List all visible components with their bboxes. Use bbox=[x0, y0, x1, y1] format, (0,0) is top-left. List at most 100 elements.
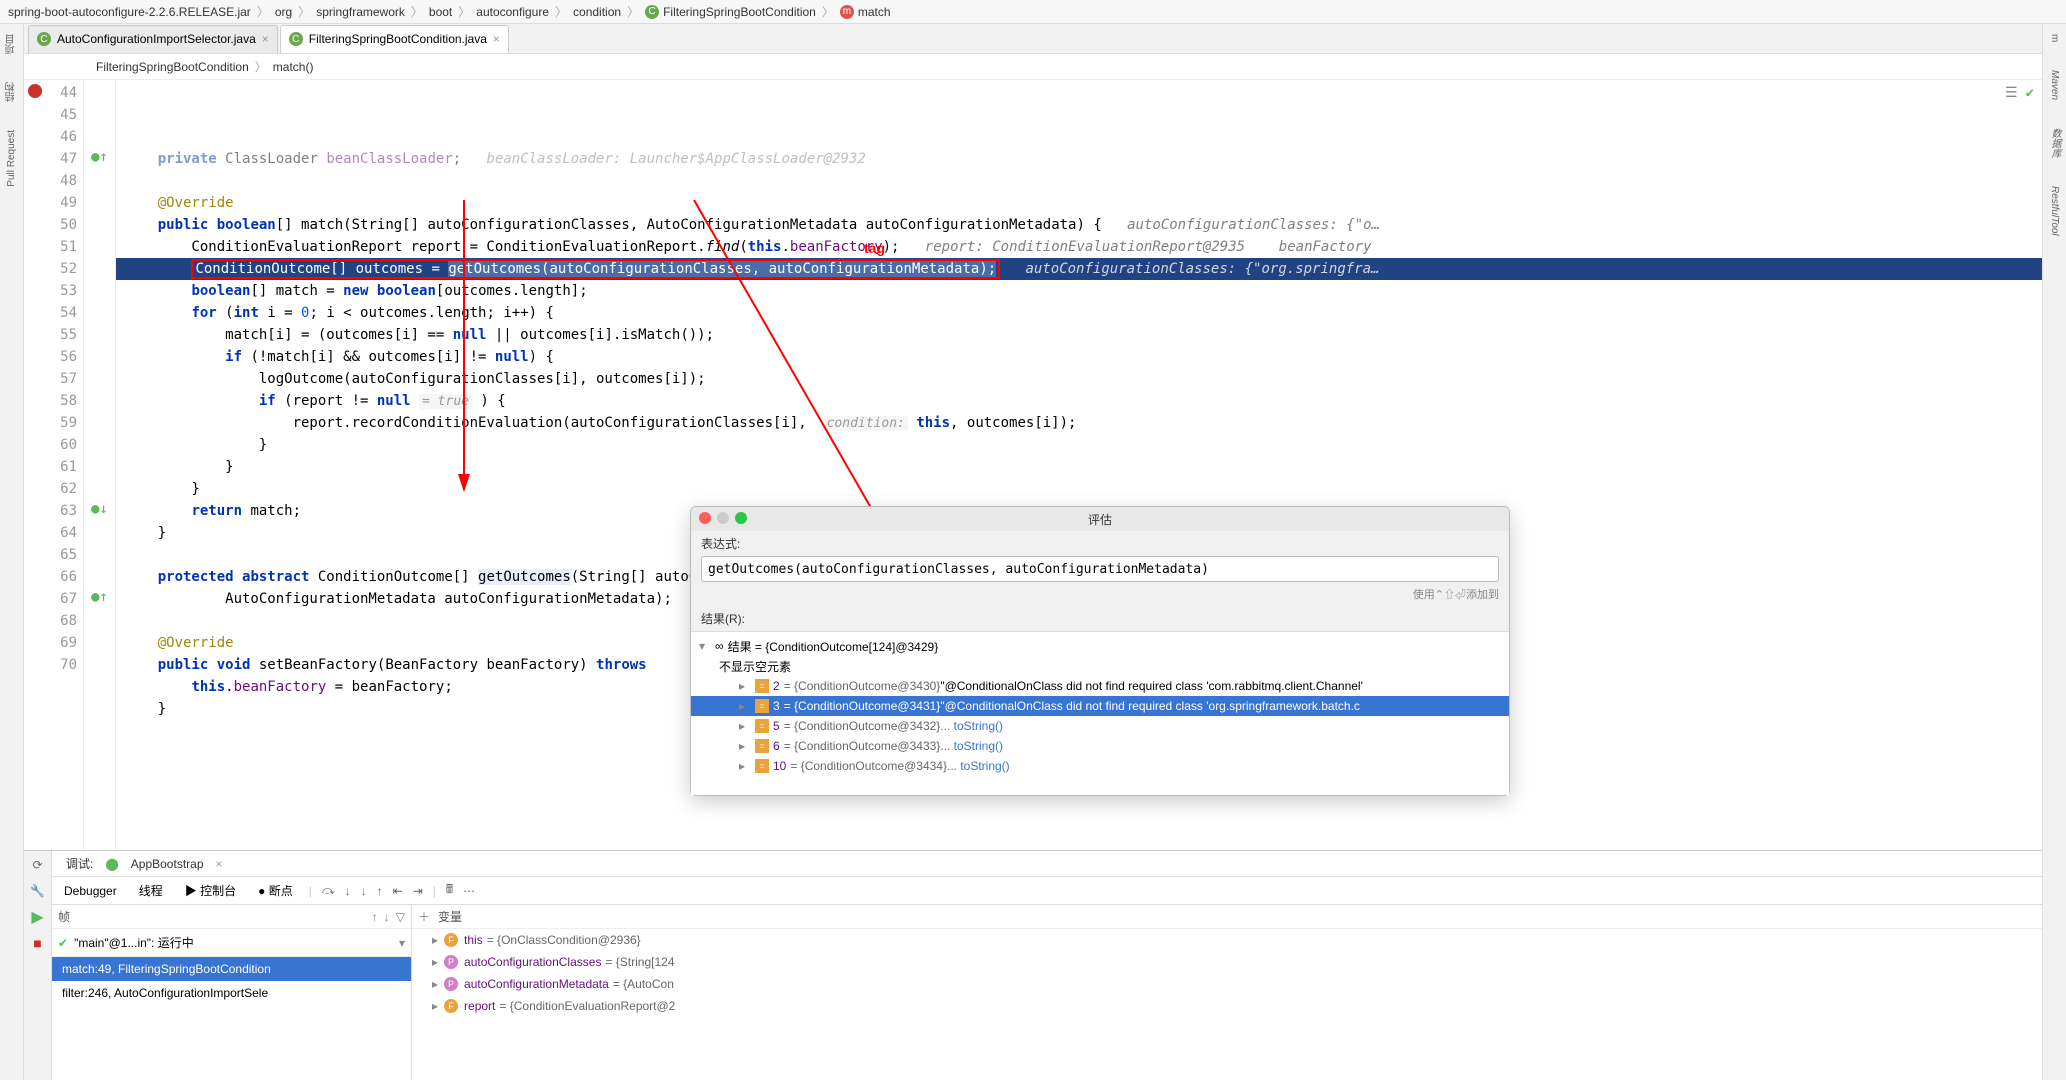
dialog-title: 评估 bbox=[1088, 511, 1112, 528]
result-row[interactable]: ▸=5 = {ConditionOutcome@3432} ... toStri… bbox=[691, 716, 1509, 736]
database-tool[interactable]: 数据库 bbox=[2047, 124, 2062, 162]
next-frame-icon[interactable]: ↓ bbox=[384, 910, 390, 924]
debugger-tab[interactable]: Debugger bbox=[58, 882, 123, 900]
drop-frame-icon[interactable]: ⇤ bbox=[393, 884, 403, 898]
code-line[interactable]: logOutcome(autoConfigurationClasses[i], … bbox=[116, 368, 2042, 390]
code-line[interactable]: report.recordConditionEvaluation(autoCon… bbox=[116, 412, 2042, 434]
expression-input[interactable] bbox=[701, 556, 1499, 582]
frames-header-label: 帧 bbox=[58, 908, 70, 925]
code-line[interactable]: boolean[] match = new boolean[outcomes.l… bbox=[116, 280, 2042, 302]
bc-jar[interactable]: spring-boot-autoconfigure-2.2.6.RELEASE.… bbox=[8, 5, 251, 19]
editor-breadcrumb: FilteringSpringBootCondition 〉 match() bbox=[24, 54, 2042, 80]
bc-cond[interactable]: condition bbox=[573, 5, 621, 19]
result-label: 结果(R): bbox=[691, 606, 1509, 631]
step-over-icon[interactable]: ⤼ bbox=[322, 883, 335, 898]
stack-frame[interactable]: filter:246, AutoConfigurationImportSele bbox=[52, 981, 411, 1005]
result-row[interactable]: ▸=10 = {ConditionOutcome@3434} ... toStr… bbox=[691, 756, 1509, 776]
prev-frame-icon[interactable]: ↑ bbox=[372, 910, 378, 924]
breakpoints-tab[interactable]: ● 断点 bbox=[252, 880, 299, 901]
variable-row[interactable]: ▸Fthis = {OnClassCondition@2936} bbox=[412, 929, 2042, 951]
class-icon: C bbox=[37, 32, 51, 46]
code-line[interactable]: match[i] = (outcomes[i] == null || outco… bbox=[116, 324, 2042, 346]
restful-tool[interactable]: RestfulTool bbox=[2049, 182, 2060, 240]
right-tool-strip: m Maven 数据库 RestfulTool bbox=[2042, 24, 2066, 1080]
dialog-titlebar[interactable]: 评估 bbox=[691, 507, 1509, 531]
maven-tool[interactable]: Maven bbox=[2049, 66, 2060, 104]
add-watch-icon[interactable]: ＋ bbox=[418, 908, 430, 925]
editor-tabs: C AutoConfigurationImportSelector.java ×… bbox=[24, 24, 2042, 54]
settings-icon[interactable]: 🔧 bbox=[28, 881, 48, 901]
close-icon[interactable]: × bbox=[216, 857, 223, 871]
code-line[interactable]: ConditionOutcome[] outcomes = getOutcome… bbox=[116, 258, 2042, 280]
bc-sf[interactable]: springframework bbox=[316, 5, 405, 19]
bc-inner-method[interactable]: match() bbox=[273, 60, 314, 74]
code-line[interactable]: if (report != null = true ) { bbox=[116, 390, 2042, 412]
console-tab[interactable]: ▶ 控制台 bbox=[179, 880, 242, 901]
bc-method[interactable]: match bbox=[858, 5, 891, 19]
result-tree[interactable]: ▾∞结果 = {ConditionOutcome[124]@3429} 不显示空… bbox=[691, 631, 1509, 795]
window-zoom-icon[interactable] bbox=[735, 512, 747, 524]
reader-mode-icon[interactable]: ☰ bbox=[2005, 82, 2018, 104]
code-line[interactable]: } bbox=[116, 456, 2042, 478]
stop-icon[interactable]: ■ bbox=[28, 933, 48, 953]
inspection-ok-icon[interactable]: ✔ bbox=[2026, 82, 2034, 104]
gutter-marks[interactable]: ●↑●↓●↑ bbox=[84, 80, 116, 850]
bc-boot[interactable]: boot bbox=[429, 5, 452, 19]
code-line[interactable]: } bbox=[116, 434, 2042, 456]
threads-tab[interactable]: 线程 bbox=[133, 880, 169, 901]
class-icon: C bbox=[289, 32, 303, 46]
code-line[interactable]: if (!match[i] && outcomes[i] != null) { bbox=[116, 346, 2042, 368]
step-out-icon[interactable]: ↑ bbox=[377, 884, 383, 898]
method-icon: m bbox=[840, 5, 854, 19]
debug-subtoolbar: Debugger 线程 ▶ 控制台 ● 断点 | ⤼ ↓ ↓ ↑ ⇤ ⇥ | 🖩… bbox=[52, 877, 2042, 905]
pullrequest-tool[interactable]: Pull Request bbox=[6, 126, 17, 191]
close-icon[interactable]: × bbox=[493, 32, 500, 46]
result-row[interactable]: ▸=2 = {ConditionOutcome@3430} "@Conditio… bbox=[691, 676, 1509, 696]
window-close-icon[interactable] bbox=[699, 512, 711, 524]
m-icon[interactable]: m bbox=[2049, 30, 2060, 46]
force-step-into-icon[interactable]: ↓ bbox=[361, 884, 367, 898]
code-line[interactable]: public boolean[] match(String[] autoConf… bbox=[116, 214, 2042, 236]
evaluate-dialog[interactable]: 评估 表达式: 使用⌃⇧⏎添加到 结果(R): ▾∞结果 = {Conditio… bbox=[690, 506, 1510, 796]
tab-label: AutoConfigurationImportSelector.java bbox=[57, 32, 256, 46]
more-icon[interactable]: ⋯ bbox=[463, 884, 475, 898]
bc-inner-class[interactable]: FilteringSpringBootCondition bbox=[96, 60, 249, 74]
project-tool[interactable]: 项目 bbox=[4, 30, 19, 58]
debug-title: 调试: bbox=[58, 851, 101, 876]
result-row[interactable]: ▸=3 = {ConditionOutcome@3431} "@Conditio… bbox=[691, 696, 1509, 716]
resume-icon[interactable]: ▶ bbox=[28, 907, 48, 927]
filter-icon[interactable]: ▽ bbox=[396, 910, 405, 924]
vars-header-label: 变量 bbox=[438, 908, 462, 925]
code-line[interactable]: } bbox=[116, 478, 2042, 500]
result-row[interactable]: ▸=6 = {ConditionOutcome@3433} ... toStri… bbox=[691, 736, 1509, 756]
run-to-cursor-icon[interactable]: ⇥ bbox=[413, 884, 423, 898]
thread-selector[interactable]: ✔"main"@1...in": 运行中▾ bbox=[52, 929, 411, 957]
code-line[interactable]: private ClassLoader beanClassLoader; bea… bbox=[116, 148, 2042, 170]
code-line[interactable]: @Override bbox=[116, 192, 2042, 214]
variable-row[interactable]: ▸Freport = {ConditionEvaluationReport@2 bbox=[412, 995, 2042, 1017]
tab-filtering-condition[interactable]: C FilteringSpringBootCondition.java × bbox=[280, 25, 509, 53]
close-icon[interactable]: × bbox=[262, 32, 269, 46]
run-config-name[interactable]: AppBootstrap bbox=[123, 853, 212, 875]
tab-autoconfig-selector[interactable]: C AutoConfigurationImportSelector.java × bbox=[28, 25, 278, 53]
variables-panel: ＋ 变量 ▸Fthis = {OnClassCondition@2936}▸Pa… bbox=[412, 905, 2042, 1080]
stack-frame[interactable]: match:49, FilteringSpringBootCondition bbox=[52, 957, 411, 981]
variable-row[interactable]: ▸PautoConfigurationClasses = {String[124 bbox=[412, 951, 2042, 973]
structure-tool[interactable]: 结构 bbox=[4, 78, 19, 106]
code-line[interactable] bbox=[116, 170, 2042, 192]
code-line[interactable]: ConditionEvaluationReport report = Condi… bbox=[116, 236, 2042, 258]
code-line[interactable]: for (int i = 0; i < outcomes.length; i++… bbox=[116, 302, 2042, 324]
bc-org[interactable]: org bbox=[275, 5, 292, 19]
rerun-icon[interactable]: ⟳ bbox=[28, 855, 48, 875]
variable-row[interactable]: ▸PautoConfigurationMetadata = {AutoCon bbox=[412, 973, 2042, 995]
bc-ac[interactable]: autoconfigure bbox=[476, 5, 549, 19]
window-minimize-icon[interactable] bbox=[717, 512, 729, 524]
line-number-gutter[interactable]: 4445464748495051525354555657585960616263… bbox=[24, 80, 84, 850]
step-into-icon[interactable]: ↓ bbox=[345, 884, 351, 898]
debug-tabs: 调试: ⬤ AppBootstrap × bbox=[52, 851, 2042, 877]
evaluate-icon[interactable]: 🖩 bbox=[446, 880, 453, 901]
shortcut-hint: 使用⌃⇧⏎添加到 bbox=[691, 586, 1509, 606]
debug-run-controls: ⟳ 🔧 ▶ ■ bbox=[24, 851, 52, 1080]
bc-class[interactable]: FilteringSpringBootCondition bbox=[663, 5, 816, 19]
debug-panel: ⟳ 🔧 ▶ ■ 调试: ⬤ AppBootstrap × Debugger 线程… bbox=[24, 850, 2042, 1080]
